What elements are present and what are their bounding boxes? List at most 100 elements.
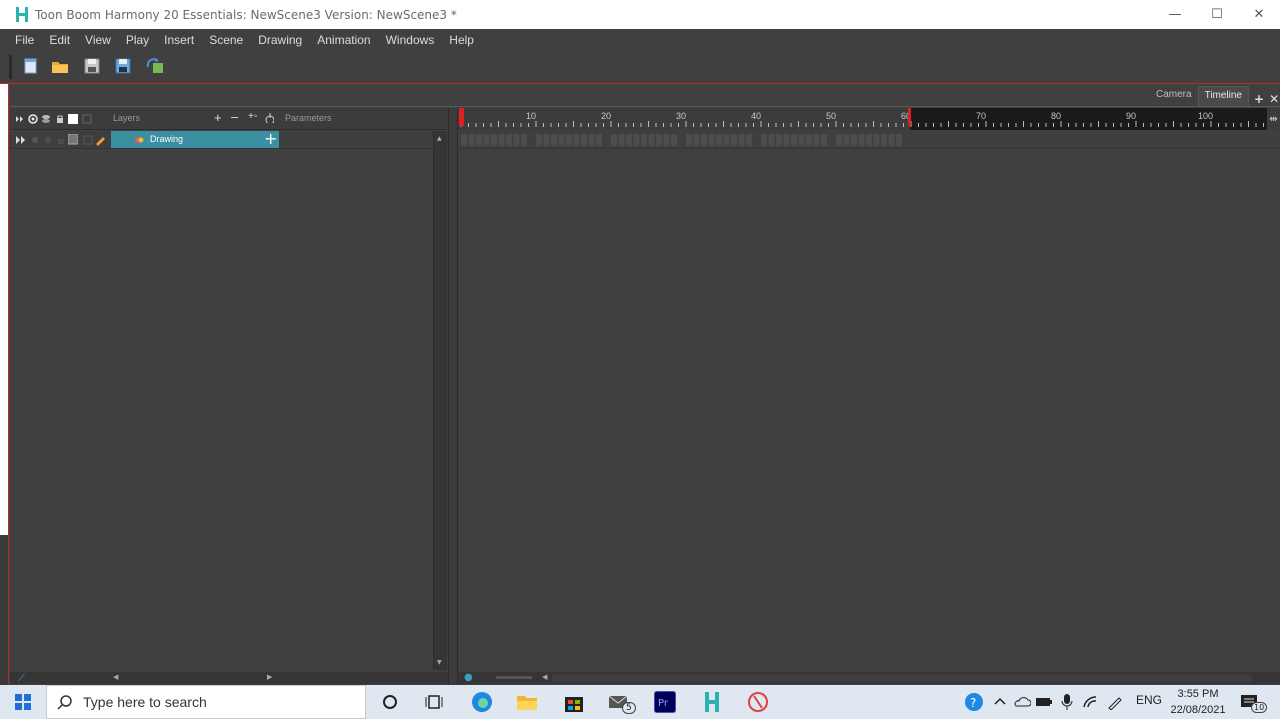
exposure-cell[interactable] xyxy=(551,134,557,146)
onedrive-icon[interactable] xyxy=(1010,690,1034,714)
toolbar-grip[interactable] xyxy=(9,55,12,79)
add-layer-icon[interactable]: + xyxy=(214,110,222,125)
exposure-cell[interactable] xyxy=(558,134,565,146)
exposure-cell[interactable] xyxy=(881,134,887,146)
exposure-cell[interactable] xyxy=(851,134,857,146)
help-icon[interactable]: ? xyxy=(962,690,986,714)
exposure-cell[interactable] xyxy=(798,134,805,146)
exposure-cell[interactable] xyxy=(746,134,752,146)
exposure-cell[interactable] xyxy=(521,134,527,146)
expand-icon[interactable] xyxy=(15,135,27,145)
exposure-cell[interactable] xyxy=(581,134,587,146)
layer-color-icon[interactable] xyxy=(68,134,78,145)
lock-all-icon[interactable] xyxy=(55,114,65,124)
panel-splitter[interactable] xyxy=(448,108,458,685)
exposure-cell[interactable] xyxy=(791,134,797,146)
exposure-cell[interactable] xyxy=(888,134,895,146)
open-scene-icon[interactable] xyxy=(51,57,69,75)
file-explorer-icon[interactable] xyxy=(515,690,539,714)
notifications-icon[interactable]: 10 xyxy=(1238,690,1268,714)
color-swatch-icon[interactable] xyxy=(68,114,78,124)
exposure-cell[interactable] xyxy=(536,134,542,146)
pencil-icon[interactable] xyxy=(94,134,106,146)
exposure-cell[interactable] xyxy=(656,134,662,146)
exposure-cell[interactable] xyxy=(828,134,835,146)
exposure-cell[interactable] xyxy=(866,134,872,146)
menu-view[interactable]: View xyxy=(85,33,111,47)
menu-scene[interactable]: Scene xyxy=(209,33,243,47)
menu-windows[interactable]: Windows xyxy=(386,33,435,47)
exposure-cell[interactable] xyxy=(633,134,640,146)
exposure-cell[interactable] xyxy=(686,134,692,146)
task-view-icon[interactable] xyxy=(422,690,446,714)
timeline-zoom-icon[interactable]: ⇹ xyxy=(1267,108,1280,130)
exposure-cell[interactable] xyxy=(723,134,730,146)
menu-file[interactable]: File xyxy=(15,33,34,47)
zoom-slider[interactable] xyxy=(496,676,532,679)
microphone-icon[interactable] xyxy=(1055,690,1079,714)
storyboard-app-icon[interactable] xyxy=(746,690,770,714)
exposure-cell[interactable] xyxy=(566,134,572,146)
exposure-cell[interactable] xyxy=(896,134,902,146)
exposure-cell[interactable] xyxy=(783,134,790,146)
exposure-cell[interactable] xyxy=(476,134,482,146)
exposure-cell[interactable] xyxy=(836,134,842,146)
exposure-cell[interactable] xyxy=(603,134,610,146)
tab-timeline[interactable]: Timeline xyxy=(1197,86,1249,106)
menu-animation[interactable]: Animation xyxy=(317,33,370,47)
visibility-icon[interactable] xyxy=(30,135,40,145)
close-view-icon[interactable]: ✕ xyxy=(1269,92,1279,106)
exposure-cell[interactable] xyxy=(761,134,767,146)
exposure-cell[interactable] xyxy=(641,134,647,146)
scroll-left-icon[interactable]: ◀ xyxy=(113,673,118,681)
new-scene-icon[interactable] xyxy=(22,57,40,75)
exposure-cell[interactable] xyxy=(573,134,580,146)
exposure-cell[interactable] xyxy=(821,134,827,146)
timeline-cell-area[interactable] xyxy=(458,150,1280,670)
maximize-button[interactable]: ☐ xyxy=(1196,0,1238,29)
menu-insert[interactable]: Insert xyxy=(164,33,194,47)
tray-chevron-icon[interactable] xyxy=(988,690,1012,714)
thumbnail-icon[interactable] xyxy=(82,114,92,124)
mail-icon[interactable]: 5 xyxy=(608,690,636,714)
exposure-cell[interactable] xyxy=(813,134,820,146)
cortana-icon[interactable] xyxy=(378,690,402,714)
exposure-cell[interactable] xyxy=(716,134,722,146)
add-child-icon[interactable]: + xyxy=(264,129,277,148)
lock-layer-icon[interactable] xyxy=(56,135,66,145)
exposure-cell[interactable] xyxy=(903,134,910,146)
exposure-cell[interactable] xyxy=(648,134,655,146)
exposure-cell[interactable] xyxy=(843,134,850,146)
exposure-cell[interactable] xyxy=(626,134,632,146)
solo-layer-icon[interactable] xyxy=(43,135,53,145)
layers-horizontal-scrollbar[interactable]: ⟋ ◀ ▶ xyxy=(10,672,448,684)
exposure-cell[interactable] xyxy=(618,134,625,146)
exposure-cell[interactable] xyxy=(701,134,707,146)
premiere-pro-icon[interactable]: Pr xyxy=(653,690,677,714)
store-icon[interactable] xyxy=(562,690,586,714)
start-button[interactable] xyxy=(0,685,46,719)
peg-icon[interactable] xyxy=(264,113,274,123)
harmony-taskbar-icon[interactable] xyxy=(700,690,724,714)
timeline-scroll-thumb[interactable] xyxy=(552,674,1252,682)
layers-vertical-scrollbar[interactable]: ▲ ▼ xyxy=(433,131,447,670)
remove-layer-icon[interactable]: – xyxy=(231,109,238,124)
exposure-cell[interactable] xyxy=(611,134,617,146)
exposure-cell[interactable] xyxy=(528,134,535,146)
edge-browser-icon[interactable] xyxy=(470,690,494,714)
scroll-down-icon[interactable]: ▼ xyxy=(437,659,442,666)
collapse-all-icon[interactable] xyxy=(15,114,25,124)
exposure-cell[interactable] xyxy=(776,134,782,146)
exposure-cell[interactable] xyxy=(873,134,880,146)
layer-name[interactable]: Drawing xyxy=(150,134,183,144)
playhead[interactable] xyxy=(459,108,464,126)
exposure-cell[interactable] xyxy=(491,134,497,146)
exposure-cell[interactable] xyxy=(461,134,467,146)
exposure-cell[interactable] xyxy=(663,134,670,146)
exposure-cell[interactable] xyxy=(708,134,715,146)
minimize-button[interactable]: — xyxy=(1154,0,1196,29)
exposure-cell[interactable] xyxy=(738,134,745,146)
solo-icon[interactable] xyxy=(41,114,51,124)
menu-drawing[interactable]: Drawing xyxy=(258,33,302,47)
add-view-icon[interactable]: + xyxy=(1254,92,1264,106)
